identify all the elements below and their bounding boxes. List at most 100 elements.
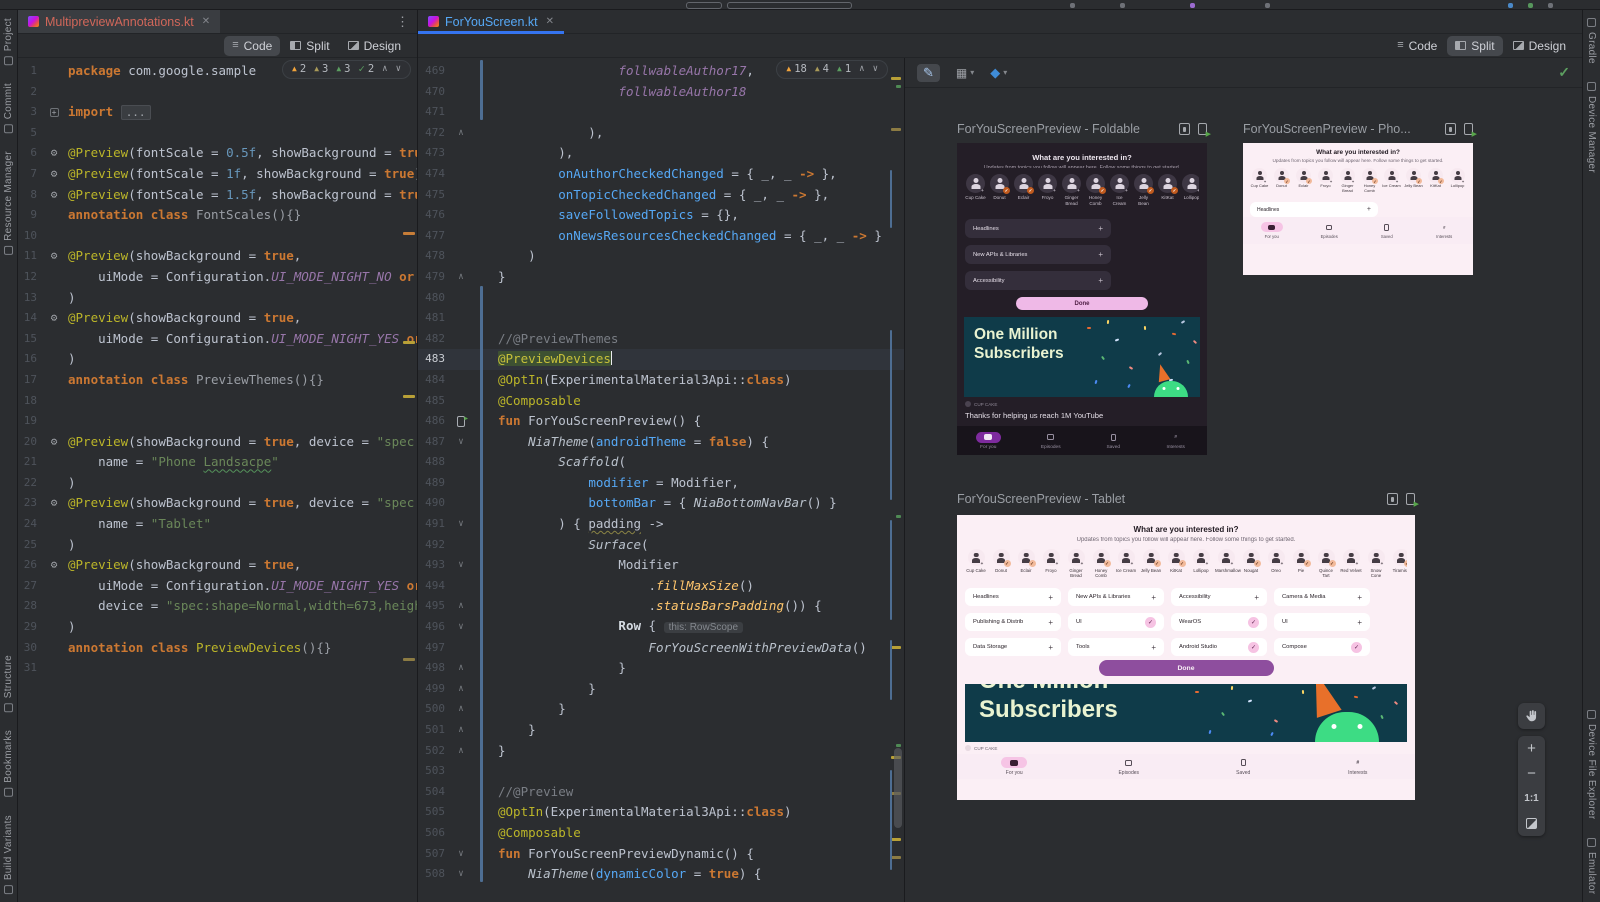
code-line[interactable]: 498∧ }: [418, 658, 904, 679]
fold-arrow-icon[interactable]: ∧: [458, 741, 463, 762]
code-line[interactable]: 21 name = "Phone Landsacpe": [18, 452, 417, 473]
code-line[interactable]: 500∧ }: [418, 699, 904, 720]
code-line[interactable]: 481: [418, 308, 904, 329]
code-line[interactable]: 474 onAuthorCheckedChanged = { _, _ -> }…: [418, 164, 904, 185]
tool-window-button-gradle[interactable]: Gradle: [1586, 18, 1597, 64]
code-line[interactable]: 20⚙@Preview(showBackground = true, devic…: [18, 432, 417, 453]
code-line[interactable]: 10: [18, 226, 417, 247]
inspection-ok-item[interactable]: ✓2: [359, 59, 375, 80]
code-line[interactable]: 8⚙@Preview(fontScale = 1.5f, showBackgro…: [18, 185, 417, 206]
code-line[interactable]: 30annotation class PreviewDevices(){}: [18, 638, 417, 659]
fold-arrow-icon[interactable]: ∨: [458, 555, 463, 576]
code-line[interactable]: 491∨ ) { padding ->: [418, 514, 904, 535]
toolbar-icon[interactable]: [1190, 3, 1195, 8]
fold-arrow-icon[interactable]: ∧: [458, 596, 463, 617]
pan-hand-button[interactable]: [1518, 703, 1545, 729]
code-line[interactable]: 507∨fun ForYouScreenPreviewDynamic() {: [418, 844, 904, 865]
code-line[interactable]: 506@Composable: [418, 823, 904, 844]
view-toggle-design[interactable]: Design: [340, 36, 409, 56]
preview-settings-gear-icon[interactable]: ⚙: [51, 246, 58, 267]
code-line[interactable]: 7⚙@Preview(fontScale = 1f, showBackgroun…: [18, 164, 417, 185]
code-line[interactable]: 3+import ...: [18, 102, 417, 123]
ui-check-pen-icon[interactable]: ✎: [917, 64, 940, 82]
view-toggle-code[interactable]: ≡Code: [1389, 36, 1445, 56]
tool-window-button-device-manager[interactable]: Device Manager: [1586, 82, 1597, 173]
tool-window-button-project[interactable]: Project: [3, 18, 14, 65]
code-line[interactable]: 480: [418, 288, 904, 309]
code-line[interactable]: 508∨ NiaTheme(dynamicColor = true) {: [418, 864, 904, 885]
device-selector-box[interactable]: [727, 2, 852, 9]
tab-foryouscreen[interactable]: ForYouScreen.kt ✕: [418, 10, 564, 33]
inspection-warning-item[interactable]: ▲4: [815, 59, 829, 80]
code-line[interactable]: 483@PreviewDevices: [418, 349, 904, 370]
fold-arrow-icon[interactable]: ∧: [458, 658, 463, 679]
preview-settings-gear-icon[interactable]: ⚙: [51, 164, 58, 185]
editor-foryouscreen[interactable]: 469 follwableAuthor17,470 follwableAutho…: [418, 58, 905, 902]
next-issue-chevron-icon[interactable]: ∨: [873, 59, 878, 80]
preview-canvas[interactable]: ForYouScreenPreview - FoldableWhat are y…: [905, 88, 1582, 902]
preview-settings-gear-icon[interactable]: ⚙: [51, 555, 58, 576]
code-line[interactable]: 497 ForYouScreenWithPreviewData(): [418, 638, 904, 659]
code-line[interactable]: 482//@PreviewThemes: [418, 329, 904, 350]
toolbar-icon[interactable]: [1528, 3, 1533, 8]
zoom-out-button[interactable]: −: [1518, 761, 1545, 786]
code-line[interactable]: 490 bottomBar = { NiaBottomNavBar() }: [418, 493, 904, 514]
preview-card-tablet[interactable]: What are you interested in?Updates from …: [957, 515, 1415, 800]
zoom-fit-button[interactable]: [1518, 811, 1545, 836]
code-line[interactable]: 504//@Preview: [418, 782, 904, 803]
prev-issue-chevron-icon[interactable]: ∧: [859, 59, 864, 80]
code-line[interactable]: 27 uiMode = Configuration.UI_MODE_NIGHT_…: [18, 576, 417, 597]
code-line[interactable]: 22): [18, 473, 417, 494]
code-line[interactable]: 494 .fillMaxSize(): [418, 576, 904, 597]
view-toggle-split[interactable]: Split: [282, 36, 337, 56]
interactive-mode-icon[interactable]: [1445, 123, 1456, 135]
tool-window-button-device-file-explorer[interactable]: Device File Explorer: [1586, 710, 1597, 819]
code-line[interactable]: 23⚙@Preview(showBackground = true, devic…: [18, 493, 417, 514]
inspection-warning-item[interactable]: ▲3: [314, 59, 328, 80]
preview-card-foldable[interactable]: What are you interested in?Updates from …: [957, 143, 1207, 455]
fold-arrow-icon[interactable]: ∨: [458, 617, 463, 638]
code-line[interactable]: 18: [18, 391, 417, 412]
run-preview-device-icon[interactable]: [1464, 123, 1473, 135]
code-line[interactable]: 505@OptIn(ExperimentalMaterial3Api::clas…: [418, 802, 904, 823]
view-toggle-split[interactable]: Split: [1447, 36, 1502, 56]
code-line[interactable]: 501∧ }: [418, 720, 904, 741]
code-line[interactable]: 489 modifier = Modifier,: [418, 473, 904, 494]
tool-window-button-bookmarks[interactable]: Bookmarks: [3, 730, 14, 797]
editor-multipreview-annotations[interactable]: 1package com.google.sample23+import ...5…: [18, 58, 417, 902]
fold-arrow-icon[interactable]: ∨: [458, 514, 463, 535]
code-line[interactable]: 479∧}: [418, 267, 904, 288]
code-line[interactable]: 473 ),: [418, 143, 904, 164]
code-line[interactable]: 477 onNewsResourcesCheckedChanged = { _,…: [418, 226, 904, 247]
tool-window-button-commit[interactable]: Commit: [3, 83, 14, 133]
run-preview-icon[interactable]: [457, 416, 465, 427]
code-line[interactable]: 493∨ Modifier: [418, 555, 904, 576]
code-line[interactable]: 487∨ NiaTheme(androidTheme = false) {: [418, 432, 904, 453]
fold-arrow-icon[interactable]: ∧: [458, 123, 463, 144]
code-line[interactable]: 12 uiMode = Configuration.UI_MODE_NIGHT_…: [18, 267, 417, 288]
interactive-mode-icon[interactable]: [1387, 493, 1398, 505]
zoom-actual-button[interactable]: 1:1: [1518, 786, 1545, 811]
code-line[interactable]: 14⚙@Preview(showBackground = true,: [18, 308, 417, 329]
preview-card-phone[interactable]: What are you interested in?Updates from …: [1243, 143, 1473, 275]
fold-arrow-icon[interactable]: ∨: [458, 864, 463, 885]
code-line[interactable]: 478 ): [418, 246, 904, 267]
toolbar-icon[interactable]: [1548, 3, 1553, 8]
fold-arrow-icon[interactable]: ∧: [458, 699, 463, 720]
code-line[interactable]: 472∧ ),: [418, 123, 904, 144]
view-toggle-design[interactable]: Design: [1505, 36, 1574, 56]
toolbar-icon[interactable]: [1070, 3, 1075, 8]
kebab-menu-icon[interactable]: ⋮: [388, 14, 417, 30]
preview-settings-gear-icon[interactable]: ⚙: [51, 143, 58, 164]
code-line[interactable]: 499∧ }: [418, 679, 904, 700]
code-line[interactable]: 503: [418, 761, 904, 782]
code-line[interactable]: 485@Composable: [418, 391, 904, 412]
tool-window-button-build-variants[interactable]: Build Variants: [3, 815, 14, 894]
code-line[interactable]: 13): [18, 288, 417, 309]
preview-settings-gear-icon[interactable]: ⚙: [51, 185, 58, 206]
fold-arrow-icon[interactable]: ∧: [458, 267, 463, 288]
code-line[interactable]: 15 uiMode = Configuration.UI_MODE_NIGHT_…: [18, 329, 417, 350]
inspection-warning-item[interactable]: ▲1: [837, 59, 851, 80]
close-icon[interactable]: ✕: [546, 16, 554, 27]
code-line[interactable]: 5: [18, 123, 417, 144]
